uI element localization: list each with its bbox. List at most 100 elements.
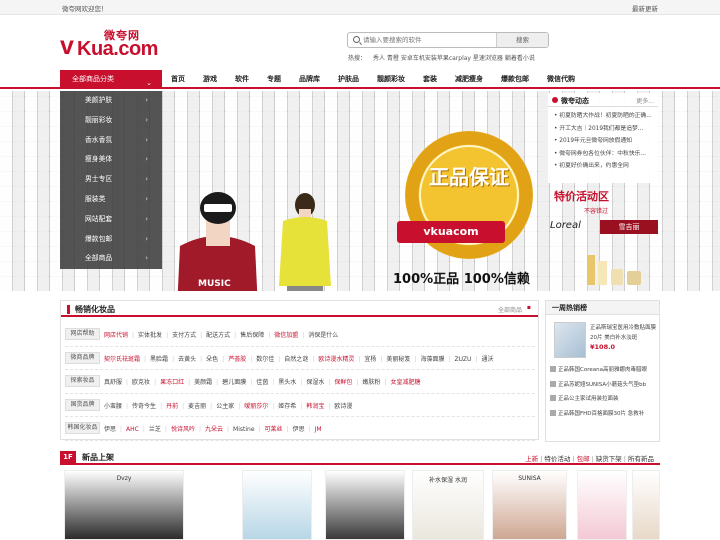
category-item[interactable]: 男士专区 › bbox=[60, 170, 162, 190]
hot-row-link[interactable]: 黑脸霜 bbox=[150, 356, 168, 363]
hot-row-link[interactable]: 传奇今生 bbox=[132, 403, 156, 410]
new-arrivals-tab[interactable]: 上新 bbox=[525, 455, 538, 463]
hot-row-link[interactable]: 嗳丽莎尔 bbox=[244, 403, 268, 410]
hot-row-link[interactable]: 网店代销 bbox=[104, 332, 128, 339]
nav-item-sets[interactable]: 套装 bbox=[414, 70, 446, 89]
site-logo[interactable]: v Kua.com 微夸网 bbox=[60, 24, 160, 60]
nav-item-hot-deals[interactable]: 爆款包邮 bbox=[492, 70, 538, 89]
hot-row-link[interactable]: 微信加盟 bbox=[274, 332, 298, 339]
hot-row-link[interactable]: 九朵云 bbox=[205, 426, 223, 433]
hot-row-link[interactable]: 海藻面膜 bbox=[420, 356, 444, 363]
product-card[interactable]: SUNISA bbox=[492, 470, 567, 540]
product-card[interactable] bbox=[632, 470, 660, 540]
hot-row-link[interactable]: 丹前 bbox=[166, 403, 178, 410]
product-card[interactable] bbox=[325, 470, 405, 540]
nav-item-wechat[interactable]: 微信代购 bbox=[538, 70, 584, 89]
hot-row-link[interactable]: 悦诗风吟 bbox=[171, 426, 195, 433]
ranking-item[interactable]: 正品韩国FHD百格面膜30片 急救补 bbox=[550, 407, 659, 422]
nav-item-slimming[interactable]: 减肥瘦身 bbox=[446, 70, 492, 89]
category-item[interactable]: 靓丽彩妆 › bbox=[60, 111, 162, 131]
hot-row-link[interactable]: 支付方式 bbox=[172, 332, 196, 339]
category-item[interactable]: 瘦身美体 › bbox=[60, 150, 162, 170]
category-item[interactable]: 服装类 › bbox=[60, 190, 162, 210]
hot-row-link[interactable]: 碧儿面膜 bbox=[222, 379, 246, 386]
hot-row-link[interactable]: 配送方式 bbox=[206, 332, 230, 339]
nav-item-software[interactable]: 软件 bbox=[226, 70, 258, 89]
hot-row-link[interactable]: 欧诗漫 bbox=[334, 403, 352, 410]
top-product-image[interactable] bbox=[554, 322, 586, 358]
hot-row-link[interactable]: JM bbox=[315, 426, 322, 433]
product-card[interactable]: 补水保湿 水润 bbox=[412, 470, 484, 540]
all-categories-button[interactable]: 全部商品分类 ⌄ bbox=[60, 70, 162, 89]
nav-item-skincare[interactable]: 护肤品 bbox=[329, 70, 368, 89]
nav-item-home[interactable]: 首页 bbox=[162, 70, 194, 89]
hot-row-link[interactable]: 售后保障 bbox=[240, 332, 264, 339]
news-item[interactable]: • 开工大吉｜2019我们都是追梦... bbox=[554, 123, 658, 136]
news-item[interactable]: • 2019年元旦微夸网放假通知 bbox=[554, 135, 658, 148]
news-item[interactable]: • 初夏防晒大作战！初夏防晒的正确... bbox=[554, 110, 658, 123]
hot-row-link[interactable]: 兰芝 bbox=[149, 426, 161, 433]
hot-row-link[interactable]: 果冻口红 bbox=[160, 379, 184, 386]
category-item[interactable]: 网站配套 › bbox=[60, 210, 162, 230]
search-button[interactable]: 搜索 bbox=[496, 33, 548, 47]
nav-item-topics[interactable]: 专题 bbox=[258, 70, 290, 89]
hot-row-link[interactable]: 消保是什么 bbox=[308, 332, 338, 339]
hot-row-link[interactable]: AHC bbox=[126, 426, 139, 433]
hot-row-link[interactable]: 宜杨 bbox=[364, 356, 376, 363]
new-arrivals-tab[interactable]: 所有新品 bbox=[628, 455, 654, 463]
news-item[interactable]: • 微夸网券包各位伙伴：中秋快乐... bbox=[554, 148, 658, 161]
hot-row-link[interactable]: 欧克妆 bbox=[132, 379, 150, 386]
new-arrivals-tab[interactable]: 缺货下架 bbox=[596, 455, 622, 463]
hot-row-link[interactable]: 自然之谜 bbox=[284, 356, 308, 363]
hot-row-link[interactable]: 公主家 bbox=[216, 403, 234, 410]
hot-row-link[interactable]: 真舒服 bbox=[104, 379, 122, 386]
product-card[interactable] bbox=[242, 470, 312, 540]
category-item[interactable]: 爆款包邮 › bbox=[60, 230, 162, 250]
hot-row-link[interactable]: 保鲜包 bbox=[334, 379, 352, 386]
product-card[interactable] bbox=[577, 470, 627, 540]
category-item[interactable]: 全部商品 › bbox=[60, 249, 162, 269]
hot-row-link[interactable]: 美丽秘笈 bbox=[386, 356, 410, 363]
top-product-name[interactable]: 正品斯瑞宝医用冷敷贴面膜20片 美白补水淡斑 bbox=[590, 323, 658, 343]
hot-search-link[interactable]: 躺着看小说 bbox=[505, 55, 535, 62]
hot-search-link[interactable]: 秀人 bbox=[373, 55, 385, 62]
hot-row-link[interactable]: 姬存希 bbox=[278, 403, 296, 410]
news-item[interactable]: • 初夏好价确出来，约惠全网 bbox=[554, 160, 658, 173]
hot-row-link[interactable]: 伊思 bbox=[104, 426, 116, 433]
hot-search-link[interactable]: 星速浏览器 bbox=[473, 55, 503, 62]
hot-row-link[interactable]: 保湿水 bbox=[306, 379, 324, 386]
hot-row-link[interactable]: 朵色 bbox=[206, 356, 218, 363]
hot-row-link[interactable]: 芦荟胶 bbox=[228, 356, 246, 363]
all-products-link[interactable]: 全部商品 bbox=[498, 304, 531, 314]
hot-row-link[interactable]: 女皇减肥糖 bbox=[390, 379, 420, 386]
hot-row-link[interactable]: 韩润宝 bbox=[306, 403, 324, 410]
hot-row-link[interactable]: 伊思 bbox=[293, 426, 305, 433]
hot-row-link[interactable]: 小蛮腰 bbox=[104, 403, 122, 410]
hot-row-link[interactable]: 实体批发 bbox=[138, 332, 162, 339]
hot-row-link[interactable]: 数尔佳 bbox=[256, 356, 274, 363]
nav-item-brands[interactable]: 品牌库 bbox=[290, 70, 329, 89]
hot-row-link[interactable]: Mistine bbox=[233, 426, 254, 433]
latest-updates-link[interactable]: 最新更新 bbox=[632, 3, 658, 13]
news-more-link[interactable]: 更多... bbox=[636, 96, 654, 105]
hot-row-link[interactable]: 通沃 bbox=[481, 356, 493, 363]
hot-search-link[interactable]: 安卓车机安装苹果carplay bbox=[401, 55, 471, 62]
product-card[interactable]: Dvzy bbox=[64, 470, 184, 540]
hot-row-link[interactable]: 欧诗漫水精灵 bbox=[318, 356, 354, 363]
category-item[interactable]: 香水香氛 › bbox=[60, 131, 162, 151]
hot-row-link[interactable]: 契尔氏祛斑霜 bbox=[104, 356, 140, 363]
nav-item-makeup[interactable]: 靓颜彩妆 bbox=[368, 70, 414, 89]
hot-row-link[interactable]: 麦吉丽 bbox=[188, 403, 206, 410]
hot-row-link[interactable]: 可莱丝 bbox=[265, 426, 283, 433]
nav-item-games[interactable]: 游戏 bbox=[194, 70, 226, 89]
ranking-item[interactable]: 正品韩国Coreana高丽雅娜肉毒腊眼 bbox=[550, 363, 659, 378]
hot-row-link[interactable]: 嫩肤粉 bbox=[362, 379, 380, 386]
search-input[interactable] bbox=[363, 35, 503, 45]
ranking-item[interactable]: 正品苏妮娅SUNISA小蘑菇头气垫bb bbox=[550, 378, 659, 393]
hot-row-link[interactable]: 去黄头 bbox=[178, 356, 196, 363]
new-arrivals-tab[interactable]: 包邮 bbox=[577, 455, 590, 463]
hot-row-link[interactable]: ZUZU bbox=[455, 356, 472, 363]
promo-area[interactable]: 特价活动区 不容错过 bbox=[548, 188, 658, 218]
hot-row-link[interactable]: 佳茵 bbox=[256, 379, 268, 386]
category-item[interactable]: 美颜护肤 › bbox=[60, 91, 162, 111]
